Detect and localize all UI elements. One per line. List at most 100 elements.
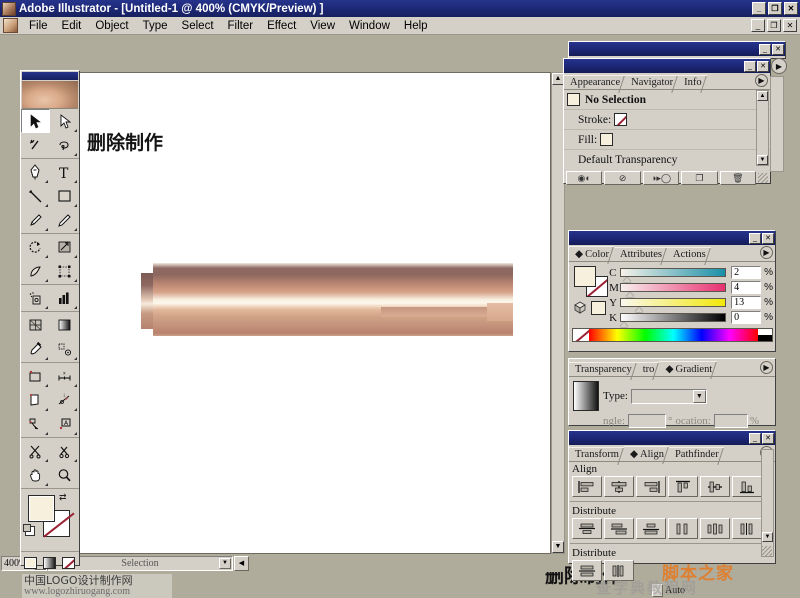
magic-wand-tool[interactable]	[21, 133, 50, 157]
delete-item-button[interactable]: 🗑	[719, 171, 757, 185]
horizontal-align-right-button[interactable]	[636, 476, 666, 497]
zoom-tool[interactable]	[50, 463, 79, 487]
horizontal-align-left-button[interactable]	[572, 476, 602, 497]
slider-thumb-c[interactable]	[623, 277, 632, 282]
color-close-button[interactable]: ✕	[762, 232, 774, 244]
document-icon[interactable]	[3, 18, 18, 33]
tab-info[interactable]: Info	[678, 75, 707, 89]
doc-minimize-button[interactable]: _	[751, 19, 765, 32]
background-palette-close[interactable]: ✕	[772, 43, 784, 55]
slider-thumb-m[interactable]	[626, 292, 635, 297]
appearance-palette-bar[interactable]: _ ✕	[564, 59, 770, 73]
color-none-swatch[interactable]	[591, 301, 606, 315]
appearance-stroke-swatch[interactable]	[614, 113, 628, 126]
swap-fill-stroke-icon[interactable]: ⇄	[59, 492, 67, 503]
appearance-row-stroke[interactable]: Stroke:	[564, 110, 770, 130]
distribute-spacing-field[interactable]: Auto	[652, 584, 685, 597]
lasso-tool[interactable]	[50, 133, 79, 157]
doc-restore-button[interactable]: ❐	[767, 19, 781, 32]
menu-type[interactable]: Type	[136, 19, 175, 33]
paintbrush-tool[interactable]	[21, 208, 50, 232]
none-mode-button[interactable]	[59, 555, 78, 571]
appearance-row-fill[interactable]: Fill:	[564, 130, 770, 150]
slider-value-m[interactable]: 4	[731, 281, 762, 294]
selection-tool[interactable]	[21, 109, 50, 133]
tab-navigator[interactable]: Navigator	[625, 75, 679, 89]
default-fill-stroke-icon[interactable]	[23, 524, 35, 536]
artwork-cylinder[interactable]	[141, 263, 513, 336]
status-dropdown-arrow[interactable]: ▼	[219, 557, 231, 569]
minimize-button[interactable]: _	[752, 2, 766, 15]
appearance-minimize-button[interactable]: _	[744, 60, 756, 72]
menu-window[interactable]: Window	[342, 19, 397, 33]
slider-track-k[interactable]	[620, 313, 727, 327]
warp-tool[interactable]	[21, 259, 50, 283]
color-spectrum-bar[interactable]	[572, 328, 773, 342]
pen-tool[interactable]	[21, 160, 50, 184]
workspace-expand-icon[interactable]: ▶	[771, 58, 787, 74]
tab-transform[interactable]: Transform	[569, 447, 624, 461]
appearance-scrollbar[interactable]: ▲ ▼	[756, 90, 769, 166]
scissors-tool[interactable]	[21, 439, 50, 463]
page-tool[interactable]	[21, 388, 50, 412]
align-close-button[interactable]: ✕	[762, 432, 774, 444]
align-panel-scrollbar[interactable]: ▼	[761, 449, 774, 557]
background-palette-minimize[interactable]: _	[759, 43, 771, 55]
measure-tool[interactable]: x	[50, 364, 79, 388]
tab-gradient[interactable]: ◆ Gradient	[659, 361, 718, 376]
column-graph-tool[interactable]	[50, 286, 79, 310]
symbol-sprayer-tool[interactable]	[21, 286, 50, 310]
scroll-down-arrow[interactable]: ▼	[552, 541, 564, 553]
horizontal-distribute-center-button[interactable]	[700, 518, 730, 539]
vertical-distribute-bottom-button[interactable]	[636, 518, 666, 539]
menu-filter[interactable]: Filter	[221, 19, 261, 33]
pencil-tool[interactable]	[50, 208, 79, 232]
slider-thumb-k[interactable]	[620, 322, 629, 327]
menu-view[interactable]: View	[303, 19, 342, 33]
slider-value-c[interactable]: 2	[731, 266, 762, 279]
color-palette-bar[interactable]: _ ✕	[569, 231, 775, 245]
workspace-scrollbar-right[interactable]	[770, 76, 784, 172]
horizontal-distribute-right-button[interactable]	[732, 518, 762, 539]
tab-color[interactable]: ◆ Color	[569, 246, 614, 261]
spacing-stepper[interactable]	[652, 584, 663, 597]
appearance-scroll-down[interactable]: ▼	[757, 155, 768, 165]
type-tool[interactable]: T	[50, 160, 79, 184]
slider-track-m[interactable]	[620, 283, 727, 297]
toolbox-drag-grip[interactable]	[22, 72, 78, 80]
align-palette-bar[interactable]: _ ✕	[569, 431, 775, 445]
appearance-resize-grip[interactable]	[758, 173, 769, 183]
artboard-canvas[interactable]: 删除制作 删除制作	[78, 72, 621, 587]
free-transform-tool[interactable]	[50, 259, 79, 283]
tab-align[interactable]: ◆ Align	[623, 446, 669, 461]
slider-thumb-y[interactable]	[635, 307, 644, 312]
erase-tool[interactable]	[50, 439, 79, 463]
appearance-scroll-up[interactable]: ▲	[757, 91, 768, 101]
horizontal-align-center-button[interactable]	[604, 476, 634, 497]
close-button[interactable]: ✕	[784, 2, 798, 15]
vertical-align-center-button[interactable]	[700, 476, 730, 497]
new-art-basic-appearance-button[interactable]: ◉◐	[566, 171, 603, 185]
status-next-button[interactable]: ◀	[234, 555, 249, 571]
vertical-distribute-top-button[interactable]	[572, 518, 602, 539]
doc-close-button[interactable]: ✕	[783, 19, 797, 32]
tab-attributes[interactable]: Attributes	[614, 247, 667, 261]
reduce-to-basic-appearance-button[interactable]: ◑▸◯	[642, 171, 680, 185]
gradient-tool[interactable]	[50, 313, 79, 337]
blend-tool[interactable]	[50, 337, 79, 361]
gradient-location-field[interactable]	[713, 414, 748, 428]
fill-swatch[interactable]	[28, 495, 55, 522]
appearance-row-transparency[interactable]: Default Transparency	[564, 150, 770, 169]
horizontal-distribute-spacing-button[interactable]	[604, 560, 634, 581]
scale-tool[interactable]	[50, 235, 79, 259]
line-segment-tool[interactable]	[21, 184, 50, 208]
spectrum-none-swatch[interactable]	[573, 329, 589, 341]
slider-value-k[interactable]: 0	[731, 311, 762, 324]
menu-file[interactable]: File	[22, 19, 55, 33]
slider-track-y[interactable]	[620, 298, 727, 312]
gradient-type-dropdown-arrow[interactable]: ▼	[692, 389, 706, 403]
color-mode-button[interactable]	[21, 555, 40, 571]
vertical-align-bottom-button[interactable]	[732, 476, 762, 497]
align-minimize-button[interactable]: _	[749, 432, 761, 444]
gradient-panel-menu-icon[interactable]: ▶	[760, 361, 773, 374]
